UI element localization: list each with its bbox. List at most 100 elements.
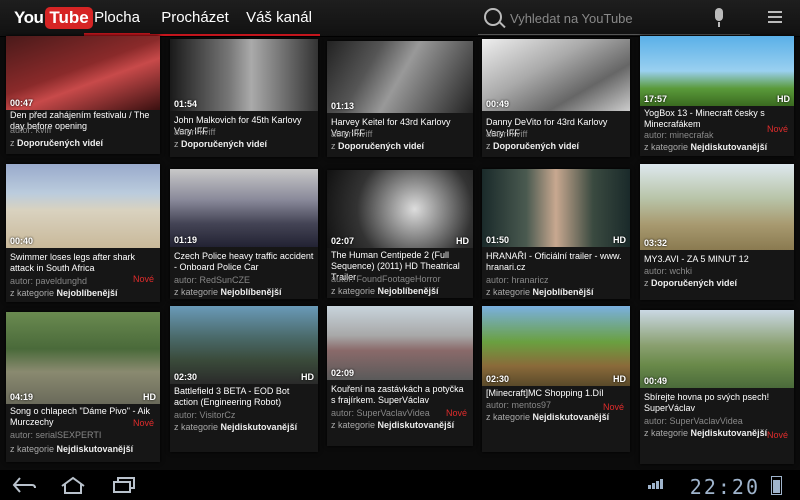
video-duration: 02:07 [331,236,355,246]
video-thumbnail[interactable]: 02:07 HD [327,170,473,248]
video-card[interactable]: 01:50 HD HRANAŘI - Oficiální trailer - w… [482,169,630,299]
video-thumbnail[interactable]: 02:30 HD [482,306,630,386]
tab-prochazet[interactable]: Procházet [158,0,232,36]
video-category: z Doporučených videí [174,139,268,149]
video-author: autor: kviff [486,129,528,139]
video-duration: 01:50 [486,235,510,245]
video-thumbnail[interactable]: 01:19 [170,169,318,247]
video-category: z kategorie Nejoblíbenější [10,288,118,298]
video-category: z kategorie Nejdiskutovanější [174,422,298,432]
video-category: z kategorie Nejdiskutovanější [644,428,768,438]
video-author: autor: kviff [174,127,216,137]
video-author: autor: RedSunCZE [174,275,251,285]
video-duration: 02:30 [486,374,510,384]
video-duration: 02:30 [174,372,198,382]
video-card[interactable]: 02:30 HD [Minecraft]MC Shopping 1.Díl au… [482,306,630,452]
video-card[interactable]: 00:49 Danny DeVito for 43rd Karlovy Vary… [482,39,630,157]
video-thumbnail[interactable]: 01:13 [327,41,473,113]
video-duration: 04:19 [10,392,34,402]
video-category: z Doporučených videí [10,138,104,148]
video-category: z kategorie Nejdiskutovanější [10,444,134,454]
video-duration: 03:32 [644,238,668,248]
menu-icon[interactable] [768,11,782,23]
video-title: Sbírejte hovna po svých psech! SuperVácl… [644,392,770,413]
home-icon[interactable] [60,476,86,497]
hd-badge: HD [613,374,626,384]
video-thumbnail[interactable]: 02:30 HD [170,306,318,384]
video-card[interactable]: 00:47 Den před zahájením festivalu / The… [6,36,160,154]
search-bar [478,0,750,35]
video-card[interactable]: 00:49 Sbírejte hovna po svých psech! Sup… [640,310,794,464]
video-card[interactable]: 01:19 Czech Police heavy traffic acciden… [170,169,318,299]
video-card[interactable]: 04:19 HD Song o chlapech "Dáme Pivo" - A… [6,312,160,462]
video-card[interactable]: 02:09 Kouření na zastávkách a potyčka s … [327,306,473,446]
video-author: autor: kviff [331,129,373,139]
video-thumbnail[interactable]: 03:32 [640,164,794,250]
tab-vas-kanal[interactable]: Váš kanál [242,0,316,36]
video-thumbnail[interactable]: 01:50 HD [482,169,630,247]
system-bar: 22:20 [0,470,800,500]
video-thumbnail[interactable]: 00:49 [482,39,630,111]
video-author: autor: paveldunghd [10,276,88,286]
video-card[interactable]: 01:54 John Malkovich for 45th Karlovy Va… [170,39,318,157]
video-author: autor: SuperVaclavVidea [644,416,743,426]
video-category: z kategorie Nejoblíbenější [486,287,594,297]
video-card[interactable]: 01:13 Harvey Keitel for 43rd Karlovy Var… [327,41,473,157]
logo-you: You [14,8,44,27]
video-duration: 00:49 [486,99,510,109]
back-icon[interactable] [12,476,36,497]
video-author: autor: kviff [10,125,52,135]
recent-apps-icon[interactable] [112,476,136,497]
video-duration: 17:57 [644,94,668,104]
signal-icon [648,479,663,489]
video-author: autor: VisitorCz [174,410,236,420]
video-duration: 01:19 [174,235,198,245]
video-title: Swimmer loses legs after shark attack in… [10,252,136,273]
youtube-logo[interactable]: You Tube [14,6,93,30]
video-thumbnail[interactable]: 00:47 [6,36,160,110]
search-input[interactable] [508,6,702,30]
video-card[interactable]: 17:57 HD YogBox 13 - Minecraft česky s M… [640,36,794,156]
microphone-icon[interactable] [715,8,723,27]
hd-badge: HD [143,392,156,402]
hd-badge: HD [613,235,626,245]
video-author: autor: minecrafak [644,130,714,140]
video-category: z kategorie Nejdiskutovanější [644,142,768,152]
tab-plocha[interactable]: Plocha [84,0,150,36]
video-card[interactable]: 00:40 Swimmer loses legs after shark att… [6,164,160,302]
new-badge: Nové [445,408,467,418]
hd-badge: HD [777,94,790,104]
video-thumbnail[interactable]: 01:54 [170,39,318,111]
video-card[interactable]: 02:30 HD Battlefield 3 BETA - EOD Bot ac… [170,306,318,452]
battery-icon [771,476,782,495]
video-thumbnail[interactable]: 02:09 [327,306,473,380]
video-category: z kategorie Nejoblíbenější [331,286,439,296]
video-author: autor: mentos97 [486,400,552,410]
video-thumbnail[interactable]: 00:40 [6,164,160,248]
video-duration: 01:13 [331,101,355,111]
video-title: HRANAŘI - Oficiální trailer - www. hrana… [486,251,622,272]
video-duration: 02:09 [331,368,355,378]
search-icon[interactable] [484,8,502,26]
hd-badge: HD [301,372,314,382]
video-card[interactable]: 02:07 HD The Human Centipede 2 (Full Seq… [327,170,473,298]
video-duration: 00:40 [10,236,34,246]
hd-badge: HD [456,236,469,246]
video-category: z kategorie Nejdiskutovanější [486,412,610,422]
video-duration: 00:47 [10,98,34,108]
video-title: [Minecraft]MC Shopping 1.Díl [486,388,604,398]
new-badge: Nové [132,274,154,284]
new-badge: Nové [132,418,154,428]
new-badge: Nové [766,430,788,440]
video-category: z Doporučených videí [486,141,580,151]
video-thumbnail[interactable]: 17:57 HD [640,36,794,106]
video-title: MY3.AVI - ZA 5 MINUT 12 [644,254,749,264]
video-thumbnail[interactable]: 04:19 HD [6,312,160,404]
video-card[interactable]: 03:32 MY3.AVI - ZA 5 MINUT 12 autor: wch… [640,164,794,300]
video-category: z Doporučených videí [644,278,738,288]
video-title: Kouření na zastávkách a potyčka s frajír… [331,384,464,405]
action-bar: You Tube Plocha Procházet Váš kanál [0,0,800,37]
video-title: Battlefield 3 BETA - EOD Bot action (Eng… [174,386,290,407]
video-thumbnail[interactable]: 00:49 [640,310,794,388]
video-author: autor: SuperVaclavVidea [331,408,430,418]
